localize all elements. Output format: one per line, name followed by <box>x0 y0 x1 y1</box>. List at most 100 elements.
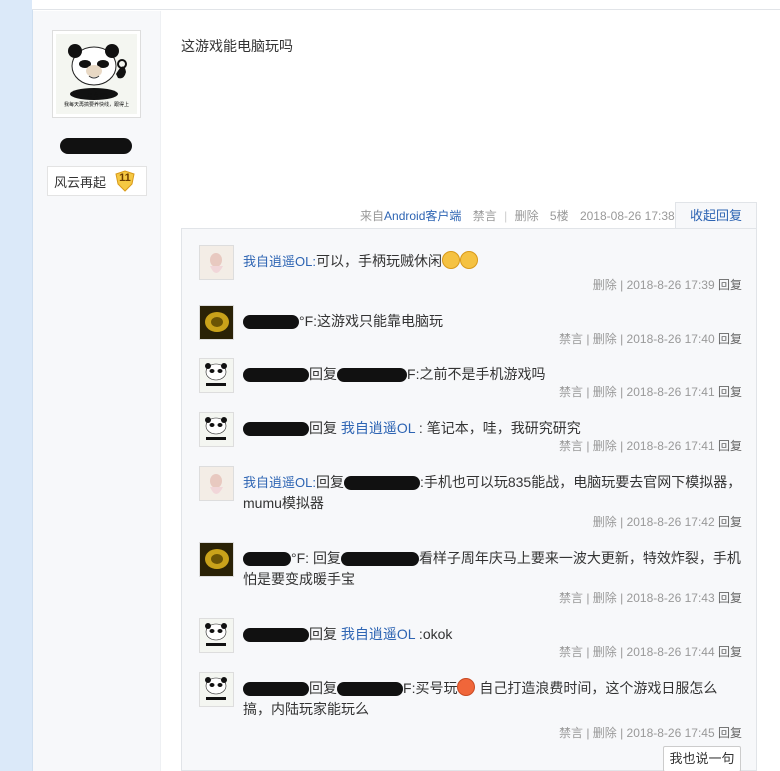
reply-text: : 笔记本，哇，我研究研究 <box>415 420 581 436</box>
reply-username[interactable]: 我自逍遥OL: <box>243 475 316 490</box>
user-level-badge[interactable]: 风云再起 11 <box>47 166 147 196</box>
redacted-username[interactable] <box>243 315 299 330</box>
redacted-username[interactable] <box>243 682 309 697</box>
redacted-username[interactable] <box>243 628 309 643</box>
reply-body: 回复 F:之前不是手机游戏吗 <box>243 364 743 385</box>
redacted-username[interactable] <box>243 552 291 567</box>
reply-body: 回复 我自逍遥OL :okok <box>243 624 743 645</box>
reply-avatar[interactable] <box>199 672 234 707</box>
reply-target-tail: F <box>407 366 416 382</box>
reply-link[interactable]: 回复 <box>718 278 742 292</box>
reply-avatar[interactable] <box>199 358 234 393</box>
redacted-target-user[interactable] <box>340 552 419 567</box>
reply-label: 回复 <box>309 680 337 696</box>
reply-meta: 禁言 | 删除 | 2018-8-26 17:45 回复 <box>559 724 742 741</box>
reply-meta-info: 禁言 | 删除 | 2018-8-26 17:41 <box>558 385 715 399</box>
page-left-margin <box>0 0 32 771</box>
source-prefix: 来自 <box>360 209 385 223</box>
reply-body: 回复 F:买号玩 自己打造浪费时间，这个游戏日服怎么搞，内陆玩家能玩么 <box>243 678 743 720</box>
reply-avatar[interactable] <box>199 466 234 501</box>
reply-avatar[interactable] <box>199 542 234 577</box>
reply-meta: 禁言 | 删除 | 2018-8-26 17:44 回复 <box>559 643 742 660</box>
reply-avatar[interactable] <box>199 412 234 447</box>
floor-number: 5楼 <box>549 209 569 223</box>
reply-text: 可以，手柄玩贼休闲 <box>315 253 442 269</box>
reply-text: :这游戏只能靠电脑玩 <box>313 313 444 329</box>
reply-text: :okok <box>415 626 453 642</box>
reply-meta: 删除 | 2018-8-26 17:42 回复 <box>593 513 742 530</box>
reply-meta: 禁言 | 删除 | 2018-8-26 17:41 回复 <box>559 437 742 454</box>
reply-body: 我自逍遥OL:回复:手机也可以玩835能战，电脑玩要去官网下模拟器，mumu模拟… <box>243 472 743 514</box>
reply-item: °F:这游戏只能靠电脑玩 禁言 | 删除 | 2018-8-26 17:40 回… <box>182 305 758 359</box>
reply-link[interactable]: 回复 <box>718 726 742 740</box>
ban-link[interactable]: 禁言 <box>473 209 497 223</box>
reply-link[interactable]: 回复 <box>718 515 742 529</box>
post-time: 2018-08-26 17:38 <box>579 209 675 223</box>
reply-meta-info: 禁言 | 删除 | 2018-8-26 17:45 <box>558 726 715 740</box>
smile-emoji-icon <box>441 251 460 269</box>
say-something-button[interactable]: 我也说一句 <box>663 746 741 771</box>
level-number: 11 <box>119 172 131 184</box>
reply-target-user[interactable]: 我自逍遥OL <box>341 626 415 642</box>
reply-label: 回复 <box>309 420 337 436</box>
reply-link[interactable]: 回复 <box>718 332 742 346</box>
reply-meta-info: 禁言 | 删除 | 2018-8-26 17:44 <box>558 645 715 659</box>
smile-emoji-icon <box>459 251 478 269</box>
reply-link[interactable]: 回复 <box>718 591 742 605</box>
source-client-link[interactable]: Android客户端 <box>384 209 461 223</box>
reply-label: 回复 <box>315 474 344 490</box>
reply-link[interactable]: 回复 <box>718 645 742 659</box>
redacted-target-user[interactable] <box>337 368 407 383</box>
reply-item: 回复 F:之前不是手机游戏吗 禁言 | 删除 | 2018-8-26 17:41 … <box>182 358 758 412</box>
post-content: 这游戏能电脑玩吗 <box>181 38 293 54</box>
reply-meta: 禁言 | 删除 | 2018-8-26 17:40 回复 <box>559 330 742 347</box>
level-shield-icon: 11 <box>114 170 136 192</box>
reply-item: 我自逍遥OL:可以，手柄玩贼休闲 删除 | 2018-8-26 17:39 回复 <box>182 245 758 299</box>
reply-name-tail: °F <box>299 313 314 329</box>
avatar-caption-line-1: 开车吧 <box>86 93 107 100</box>
reply-body: 回复 我自逍遥OL : 笔记本，哇，我研究研究 <box>243 418 743 439</box>
reply-meta-info: 禁言 | 删除 | 2018-8-26 17:41 <box>558 439 715 453</box>
reply-link[interactable]: 回复 <box>718 385 742 399</box>
reply-list: 我自逍遥OL:可以，手柄玩贼休闲 删除 | 2018-8-26 17:39 回复… <box>181 228 757 771</box>
separator: | <box>504 209 508 223</box>
reply-meta: 禁言 | 删除 | 2018-8-26 17:43 回复 <box>559 589 742 606</box>
reply-meta-info: 删除 | 2018-8-26 17:42 <box>592 515 715 529</box>
reply-avatar[interactable] <box>199 245 234 280</box>
author-column <box>33 11 161 771</box>
redacted-username[interactable] <box>243 368 309 383</box>
reply-item: 我自逍遥OL:回复:手机也可以玩835能战，电脑玩要去官网下模拟器，mumu模拟… <box>182 466 758 536</box>
author-name-redacted[interactable] <box>60 138 132 154</box>
badge-label: 风云再起 <box>54 174 107 190</box>
reply-target-user[interactable]: 我自逍遥OL <box>341 420 415 436</box>
reply-name-tail: °F <box>291 550 306 566</box>
avatar-caption-line-2: 我每天再搞要养快线，跟得上 <box>63 102 129 108</box>
reply-label: 回复 <box>309 366 337 382</box>
redacted-username[interactable] <box>243 422 309 437</box>
reply-body: °F: 回复 看样子周年庆马上要来一波大更新，特效炸裂，手机怕是要变成暖手宝 <box>243 548 743 590</box>
reply-label: 回复 <box>312 550 341 566</box>
reply-text: :之前不是手机游戏吗 <box>415 366 546 382</box>
reply-label: 回复 <box>309 626 337 642</box>
panda-avatar-image: 开车吧 我每天再搞要养快线，跟得上 <box>56 34 137 114</box>
reply-item: 回复 我自逍遥OL : 笔记本，哇，我研究研究 禁言 | 删除 | 2018-8… <box>182 412 758 466</box>
reply-body: 我自逍遥OL:可以，手柄玩贼休闲 <box>243 251 743 272</box>
redacted-target-user[interactable] <box>343 476 420 491</box>
avatar-caption: 开车吧 我每天再搞要养快线，跟得上 <box>56 92 137 110</box>
author-avatar[interactable]: 开车吧 我每天再搞要养快线，跟得上 <box>52 30 141 118</box>
reply-target-tail: F <box>403 680 412 696</box>
collapse-replies-button[interactable]: 收起回复 <box>675 202 757 229</box>
delete-link[interactable]: 删除 <box>515 209 539 223</box>
reply-link[interactable]: 回复 <box>718 439 742 453</box>
reply-text: :买号玩 <box>411 680 458 696</box>
reply-avatar[interactable] <box>199 618 234 653</box>
reply-avatar[interactable] <box>199 305 234 340</box>
reply-item: 回复 F:买号玩 自己打造浪费时间，这个游戏日服怎么搞，内陆玩家能玩么 禁言 | … <box>182 672 758 742</box>
redacted-target-user[interactable] <box>337 682 403 697</box>
reply-username[interactable]: 我自逍遥OL: <box>243 254 316 269</box>
reply-meta: 删除 | 2018-8-26 17:39 回复 <box>593 276 742 293</box>
reply-body: °F:这游戏只能靠电脑玩 <box>243 311 743 332</box>
reply-item: °F: 回复 看样子周年庆马上要来一波大更新，特效炸裂，手机怕是要变成暖手宝 禁言… <box>182 542 758 612</box>
reply-meta-info: 删除 | 2018-8-26 17:39 <box>592 278 715 292</box>
reply-meta-info: 禁言 | 删除 | 2018-8-26 17:40 <box>558 332 715 346</box>
